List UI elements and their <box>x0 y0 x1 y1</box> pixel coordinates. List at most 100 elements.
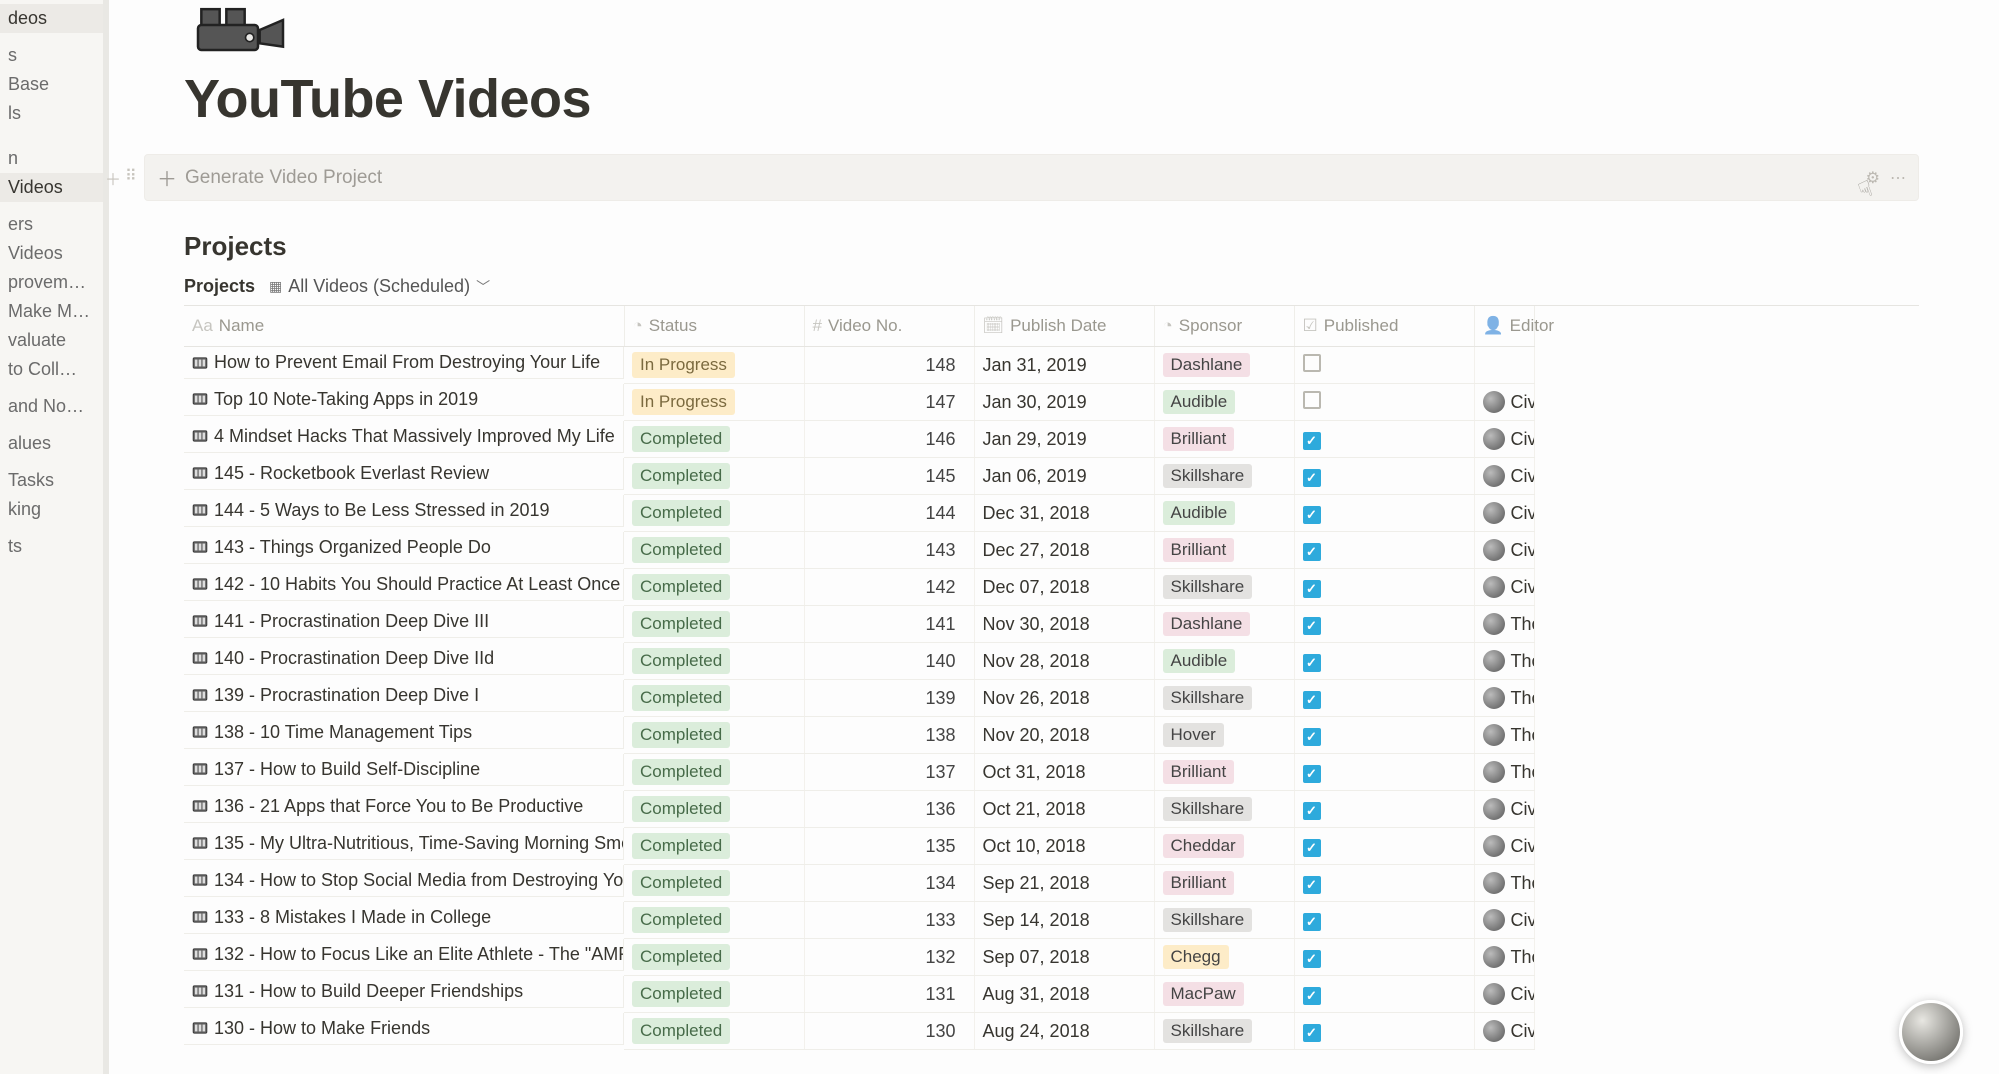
published-checkbox[interactable] <box>1303 728 1321 746</box>
sidebar-item[interactable]: Videos <box>0 239 103 268</box>
cell-editor[interactable]: CivilS <box>1474 384 1534 421</box>
cell-publish-date[interactable]: Nov 20, 2018 <box>974 717 1154 754</box>
more-icon[interactable]: ⋯ <box>1890 168 1906 188</box>
published-checkbox[interactable] <box>1303 543 1321 561</box>
cell-editor[interactable]: CivilS <box>1474 902 1534 939</box>
cell-published[interactable] <box>1294 421 1474 458</box>
published-checkbox[interactable] <box>1303 506 1321 524</box>
cell-sponsor[interactable]: Skillshare <box>1154 569 1294 606</box>
cell-status[interactable]: Completed <box>624 643 804 680</box>
sidebar-item[interactable]: provem… <box>0 268 103 297</box>
cell-publish-date[interactable]: Jan 30, 2019 <box>974 384 1154 421</box>
cell-sponsor[interactable]: Dashlane <box>1154 347 1294 384</box>
sidebar-item[interactable]: alues <box>0 429 103 458</box>
table-row[interactable]: 142 - 10 Habits You Should Practice At L… <box>184 569 1534 606</box>
cell-status[interactable]: Completed <box>624 495 804 532</box>
cell-status[interactable]: Completed <box>624 754 804 791</box>
cell-video-no[interactable]: 147 <box>804 384 974 421</box>
cell-video-no[interactable]: 141 <box>804 606 974 643</box>
sidebar-item[interactable] <box>0 33 103 41</box>
cell-publish-date[interactable]: Aug 24, 2018 <box>974 1013 1154 1050</box>
col-video-no[interactable]: #Video No. <box>804 306 974 347</box>
cell-video-no[interactable]: 142 <box>804 569 974 606</box>
cell-name[interactable]: 135 - My Ultra-Nutritious, Time-Saving M… <box>184 828 624 860</box>
cell-name[interactable]: 140 - Procrastination Deep Dive IId <box>184 643 624 675</box>
cell-sponsor[interactable]: Cheddar <box>1154 828 1294 865</box>
cell-status[interactable]: Completed <box>624 976 804 1013</box>
cell-published[interactable] <box>1294 569 1474 606</box>
col-editor[interactable]: 👤Editor <box>1474 306 1534 347</box>
drag-handle-icon[interactable]: ⠿ <box>125 166 137 190</box>
page-title[interactable]: YouTube Videos <box>184 68 1919 130</box>
table-row[interactable]: 135 - My Ultra-Nutritious, Time-Saving M… <box>184 828 1534 865</box>
sidebar-item[interactable] <box>0 128 103 136</box>
col-sponsor[interactable]: ◔Sponsor <box>1154 306 1294 347</box>
cell-name[interactable]: 133 - 8 Mistakes I Made in College <box>184 902 624 934</box>
cell-editor[interactable]: CivilS <box>1474 828 1534 865</box>
published-checkbox[interactable] <box>1303 765 1321 783</box>
template-button-bar[interactable]: ＋ ⠿ ＋ Generate Video Project ⚙ ⋯ ☟ <box>144 154 1919 201</box>
cell-published[interactable] <box>1294 643 1474 680</box>
cell-name[interactable]: Top 10 Note-Taking Apps in 2019 <box>184 384 624 416</box>
table-row[interactable]: 136 - 21 Apps that Force You to Be Produ… <box>184 791 1534 828</box>
cell-name[interactable]: 145 - Rocketbook Everlast Review <box>184 458 624 490</box>
sidebar-item[interactable]: Tasks <box>0 466 103 495</box>
cell-name[interactable]: 139 - Procrastination Deep Dive I <box>184 680 624 712</box>
cell-video-no[interactable]: 139 <box>804 680 974 717</box>
cell-publish-date[interactable]: Nov 26, 2018 <box>974 680 1154 717</box>
table-row[interactable]: 130 - How to Make FriendsCompleted130Aug… <box>184 1013 1534 1050</box>
cell-editor[interactable]: CivilS <box>1474 495 1534 532</box>
sidebar-item[interactable]: ls <box>0 99 103 128</box>
cell-sponsor[interactable]: Skillshare <box>1154 791 1294 828</box>
sidebar-item[interactable]: ers <box>0 210 103 239</box>
cell-published[interactable] <box>1294 384 1474 421</box>
cell-publish-date[interactable]: Aug 31, 2018 <box>974 976 1154 1013</box>
table-row[interactable]: 132 - How to Focus Like an Elite Athlete… <box>184 939 1534 976</box>
cell-video-no[interactable]: 131 <box>804 976 974 1013</box>
cell-name[interactable]: How to Prevent Email From Destroying You… <box>184 347 624 379</box>
published-checkbox[interactable] <box>1303 654 1321 672</box>
published-checkbox[interactable] <box>1303 987 1321 1005</box>
cell-publish-date[interactable]: Dec 27, 2018 <box>974 532 1154 569</box>
cell-status[interactable]: Completed <box>624 717 804 754</box>
cell-publish-date[interactable]: Oct 21, 2018 <box>974 791 1154 828</box>
published-checkbox[interactable] <box>1303 391 1321 409</box>
sidebar-item[interactable]: Videos <box>0 173 103 202</box>
cell-publish-date[interactable]: Nov 28, 2018 <box>974 643 1154 680</box>
cell-editor[interactable]: Thon <box>1474 939 1534 976</box>
cell-name[interactable]: 138 - 10 Time Management Tips <box>184 717 624 749</box>
cell-published[interactable] <box>1294 606 1474 643</box>
published-checkbox[interactable] <box>1303 469 1321 487</box>
cell-video-no[interactable]: 148 <box>804 347 974 384</box>
table-row[interactable]: 131 - How to Build Deeper FriendshipsCom… <box>184 976 1534 1013</box>
cell-sponsor[interactable]: Brilliant <box>1154 421 1294 458</box>
cell-publish-date[interactable]: Sep 14, 2018 <box>974 902 1154 939</box>
cell-publish-date[interactable]: Dec 07, 2018 <box>974 569 1154 606</box>
cell-name[interactable]: 4 Mindset Hacks That Massively Improved … <box>184 421 624 453</box>
col-name[interactable]: AaName <box>184 306 624 347</box>
cell-video-no[interactable]: 136 <box>804 791 974 828</box>
view-tab-projects[interactable]: Projects <box>184 276 255 297</box>
cell-published[interactable] <box>1294 532 1474 569</box>
cell-published[interactable] <box>1294 976 1474 1013</box>
cell-video-no[interactable]: 132 <box>804 939 974 976</box>
table-row[interactable]: 139 - Procrastination Deep Dive IComplet… <box>184 680 1534 717</box>
table-row[interactable]: 145 - Rocketbook Everlast ReviewComplete… <box>184 458 1534 495</box>
cell-status[interactable]: Completed <box>624 458 804 495</box>
cell-editor[interactable] <box>1474 347 1534 384</box>
sidebar-item[interactable] <box>0 136 103 144</box>
table-row[interactable]: 138 - 10 Time Management TipsCompleted13… <box>184 717 1534 754</box>
cell-status[interactable]: Completed <box>624 828 804 865</box>
sidebar-item[interactable] <box>0 458 103 466</box>
published-checkbox[interactable] <box>1303 876 1321 894</box>
cell-sponsor[interactable]: Chegg <box>1154 939 1294 976</box>
cell-published[interactable] <box>1294 791 1474 828</box>
cell-editor[interactable]: Thon <box>1474 606 1534 643</box>
cell-name[interactable]: 134 - How to Stop Social Media from Dest… <box>184 865 624 897</box>
floating-avatar[interactable] <box>1899 1000 1963 1064</box>
cell-published[interactable] <box>1294 754 1474 791</box>
cell-editor[interactable]: CivilS <box>1474 976 1534 1013</box>
cell-video-no[interactable]: 140 <box>804 643 974 680</box>
cell-status[interactable]: Completed <box>624 939 804 976</box>
cell-status[interactable]: Completed <box>624 532 804 569</box>
